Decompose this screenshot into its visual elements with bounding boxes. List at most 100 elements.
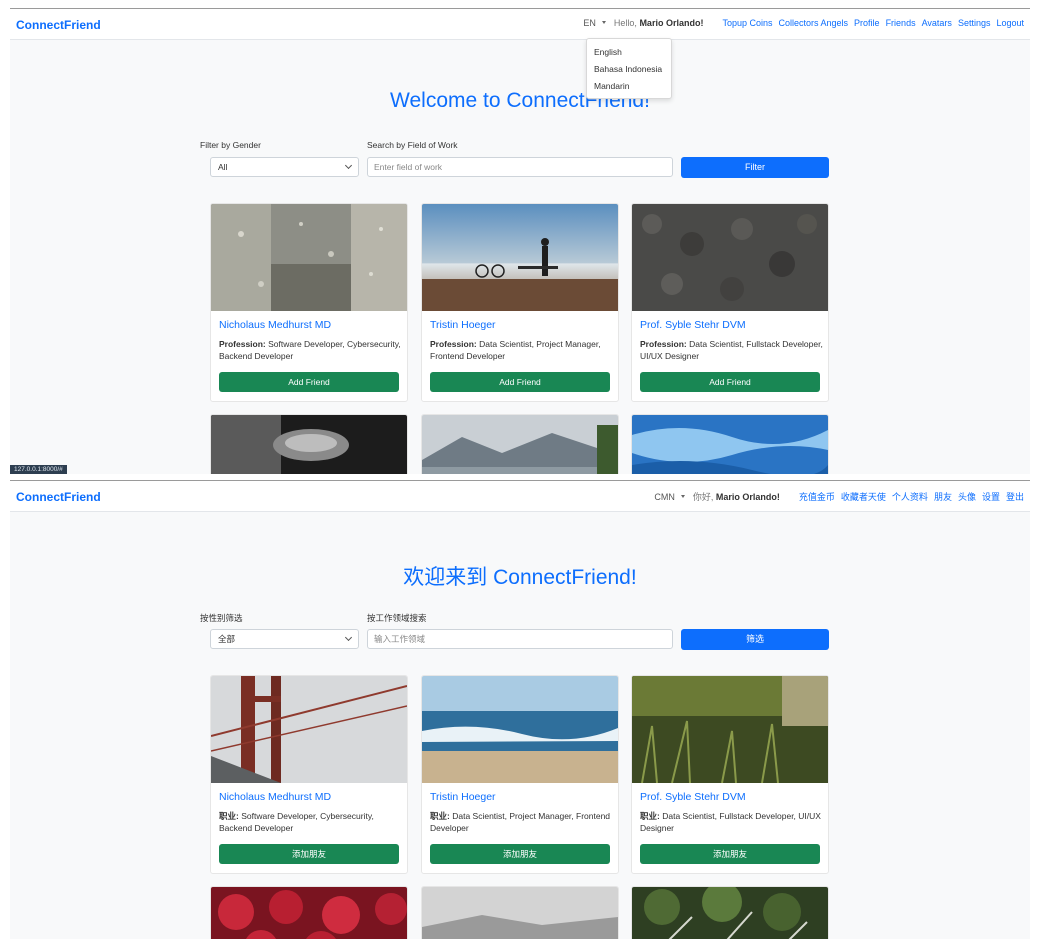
card-name[interactable]: Tristin Hoeger bbox=[430, 319, 496, 331]
card-profession: 职业: Software Developer, Cybersecurity, B… bbox=[219, 810, 403, 834]
browser-status-bar: 127.0.0.1:8000/# bbox=[10, 465, 67, 474]
language-option-indonesian[interactable]: Bahasa Indonesia bbox=[587, 61, 671, 78]
search-label: Search by Field of Work bbox=[367, 140, 458, 150]
user-card bbox=[631, 886, 829, 939]
search-placeholder: Enter field of work bbox=[374, 162, 443, 172]
page-title: 欢迎来到 ConnectFriend! bbox=[403, 566, 637, 589]
user-card: Prof. Syble Stehr DVM Profession: Data S… bbox=[631, 203, 829, 402]
card-photo-rainy-window bbox=[211, 204, 407, 311]
card-profession: Profession: Data Scientist, Fullstack De… bbox=[640, 338, 824, 362]
nav-profile[interactable]: 个人资料 bbox=[892, 490, 928, 503]
card-profession: 职业: Data Scientist, Fullstack Developer,… bbox=[640, 810, 824, 834]
card-photo-beach-sunset bbox=[422, 204, 618, 311]
add-friend-button[interactable]: 添加朋友 bbox=[219, 844, 399, 864]
nav-avatars[interactable]: 头像 bbox=[958, 490, 976, 503]
add-friend-button[interactable]: 添加朋友 bbox=[640, 844, 820, 864]
language-option-mandarin[interactable]: Mandarin bbox=[587, 78, 671, 95]
gender-select[interactable]: All bbox=[210, 157, 359, 177]
language-dropdown-menu: English Bahasa Indonesia Mandarin bbox=[586, 38, 672, 99]
gender-select[interactable]: 全部 bbox=[210, 629, 359, 649]
card-name[interactable]: Prof. Syble Stehr DVM bbox=[640, 319, 746, 331]
greeting-prefix: 你好, bbox=[692, 492, 714, 502]
profession-label: Profession: bbox=[219, 339, 266, 349]
user-card: Tristin Hoeger Profession: Data Scientis… bbox=[421, 203, 619, 402]
language-current: EN bbox=[583, 18, 596, 28]
profession-value: Data Scientist, Fullstack Developer, UI/… bbox=[640, 811, 821, 833]
search-input[interactable]: Enter field of work bbox=[367, 157, 673, 177]
card-photo-ocean-waves bbox=[422, 676, 618, 783]
greeting: 你好, Mario Orlando! bbox=[693, 490, 780, 503]
greeting: Hello, Mario Orlando! bbox=[614, 18, 704, 28]
user-card: Nicholaus Medhurst MD 职业: Software Devel… bbox=[210, 675, 408, 874]
card-photo-foggy-landscape bbox=[422, 887, 618, 939]
profession-label: Profession: bbox=[430, 339, 477, 349]
profession-label: Profession: bbox=[640, 339, 687, 349]
nav-friends[interactable]: 朋友 bbox=[934, 490, 952, 503]
nav-collectors-angels[interactable]: Collectors Angels bbox=[779, 18, 849, 28]
language-current: CMN bbox=[654, 491, 675, 502]
card-photo-mountain-lake bbox=[422, 415, 618, 474]
user-card bbox=[421, 886, 619, 939]
filter-button[interactable]: 筛选 bbox=[681, 629, 829, 650]
card-name[interactable]: Tristin Hoeger bbox=[430, 791, 496, 803]
user-card bbox=[210, 886, 408, 939]
nav-logout[interactable]: 登出 bbox=[1006, 490, 1024, 503]
greeting-name: Mario Orlando! bbox=[639, 18, 704, 28]
greeting-name: Mario Orlando! bbox=[715, 492, 780, 502]
card-profession: Profession: Data Scientist, Project Mana… bbox=[430, 338, 614, 362]
nav-avatars[interactable]: Avatars bbox=[922, 18, 952, 28]
brand-link[interactable]: ConnectFriend bbox=[16, 490, 101, 504]
card-photo-forest bbox=[632, 887, 828, 939]
language-dropdown-toggle[interactable]: EN bbox=[583, 18, 596, 28]
card-profession: 职业: Data Scientist, Project Manager, Fro… bbox=[430, 810, 614, 834]
add-friend-button[interactable]: 添加朋友 bbox=[430, 844, 610, 864]
search-input[interactable]: 输入工作领域 bbox=[367, 629, 673, 649]
gender-select-value: All bbox=[218, 162, 228, 172]
nav-logout[interactable]: Logout bbox=[996, 18, 1024, 28]
profession-value: Software Developer, Cybersecurity, Backe… bbox=[219, 811, 374, 833]
language-option-english[interactable]: English bbox=[587, 44, 671, 61]
profession-label: 职业: bbox=[430, 811, 450, 821]
add-friend-button[interactable]: Add Friend bbox=[430, 372, 610, 392]
add-friend-button[interactable]: Add Friend bbox=[219, 372, 399, 392]
caret-down-icon bbox=[601, 21, 606, 24]
card-photo-water bbox=[632, 415, 828, 474]
nav-profile[interactable]: Profile bbox=[854, 18, 880, 28]
card-name[interactable]: Nicholaus Medhurst MD bbox=[219, 791, 331, 803]
nav-topup-coins[interactable]: 充值金币 bbox=[799, 490, 835, 503]
add-friend-button[interactable]: Add Friend bbox=[640, 372, 820, 392]
user-card: Prof. Syble Stehr DVM 职业: Data Scientist… bbox=[631, 675, 829, 874]
greeting-prefix: Hello, bbox=[613, 18, 637, 28]
nav-settings[interactable]: 设置 bbox=[982, 490, 1000, 503]
user-card bbox=[631, 414, 829, 474]
search-placeholder: 输入工作领域 bbox=[374, 634, 426, 644]
user-card bbox=[421, 414, 619, 474]
nav-settings[interactable]: Settings bbox=[958, 18, 991, 28]
profession-value: Data Scientist, Project Manager, Fronten… bbox=[430, 811, 611, 833]
card-photo-strawberries bbox=[211, 887, 407, 939]
card-photo-object-grayscale bbox=[211, 415, 407, 474]
card-photo-golden-gate-bridge bbox=[211, 676, 407, 783]
user-card: Tristin Hoeger 职业: Data Scientist, Proje… bbox=[421, 675, 619, 874]
user-card bbox=[210, 414, 408, 474]
filter-button[interactable]: Filter bbox=[681, 157, 829, 178]
profession-label: 职业: bbox=[219, 811, 239, 821]
card-profession: Profession: Software Developer, Cybersec… bbox=[219, 338, 403, 362]
card-name[interactable]: Nicholaus Medhurst MD bbox=[219, 319, 331, 331]
brand-link[interactable]: ConnectFriend bbox=[16, 18, 101, 32]
chevron-down-icon bbox=[344, 161, 353, 170]
nav-topup-coins[interactable]: Topup Coins bbox=[722, 18, 772, 28]
language-dropdown-toggle[interactable]: CMN bbox=[654, 492, 675, 502]
navbar-right: EN Hello, Mario Orlando! Topup Coins Col… bbox=[583, 18, 1024, 28]
user-card: Nicholaus Medhurst MD Profession: Softwa… bbox=[210, 203, 408, 402]
card-photo-grass-field bbox=[632, 676, 828, 783]
navbar: ConnectFriend EN Hello, Mario Orlando! T… bbox=[10, 9, 1030, 40]
search-label: 按工作领域搜索 bbox=[367, 613, 427, 623]
card-name[interactable]: Prof. Syble Stehr DVM bbox=[640, 791, 746, 803]
screenshot-mandarin: ConnectFriend CMN 你好, Mario Orlando! 充值金… bbox=[10, 480, 1030, 939]
navbar-right: CMN 你好, Mario Orlando! 充值金币 收藏者天使 个人资料 朋… bbox=[654, 490, 1024, 503]
nav-friends[interactable]: Friends bbox=[886, 18, 916, 28]
gender-filter-label: Filter by Gender bbox=[200, 140, 261, 150]
chevron-down-icon bbox=[344, 633, 353, 642]
nav-collectors-angels[interactable]: 收藏者天使 bbox=[841, 490, 886, 503]
